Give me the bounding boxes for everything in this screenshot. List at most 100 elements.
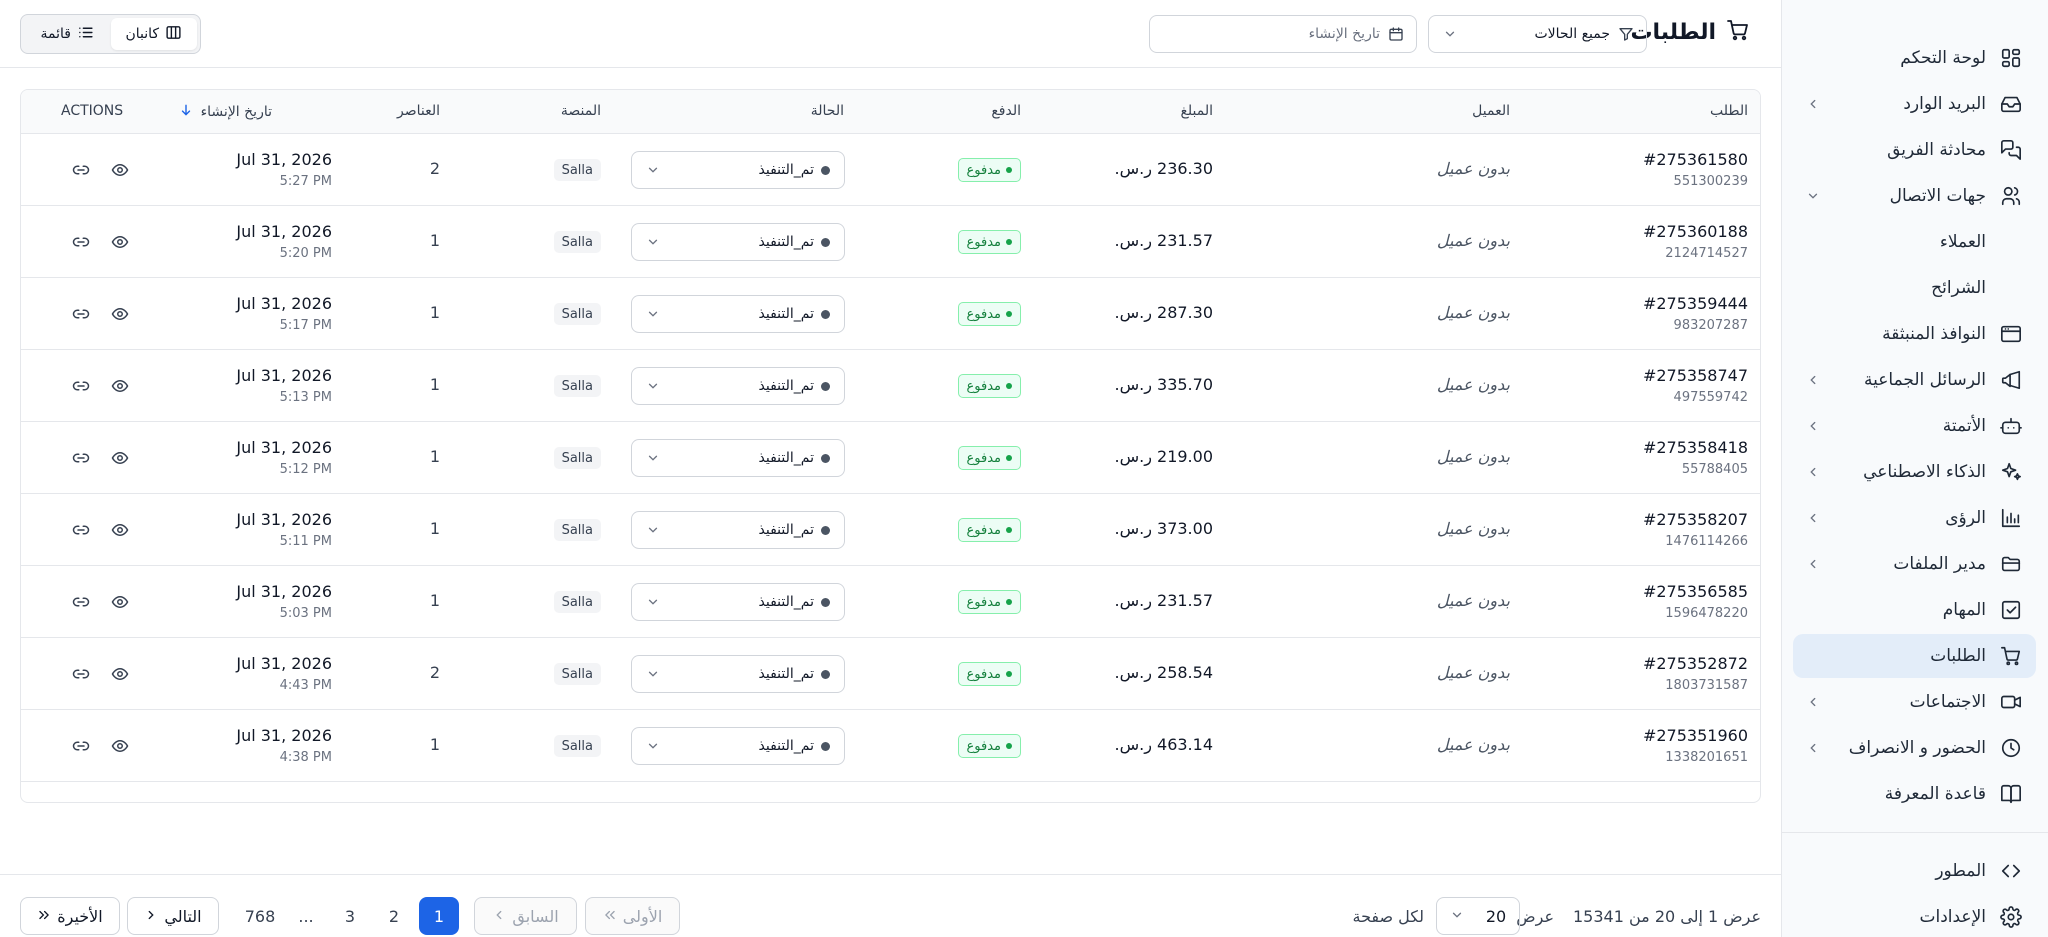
order-id[interactable]: #275356585 (1643, 582, 1748, 601)
status-value: تم_التنفيذ (758, 234, 814, 250)
eye-icon[interactable] (109, 519, 131, 541)
order-amount: 231.57 ر.س. (1114, 231, 1214, 250)
order-id[interactable]: #275359444 (1643, 294, 1748, 313)
paid-dot-icon (1006, 455, 1012, 461)
eye-icon[interactable] (109, 735, 131, 757)
last-page-button[interactable]: الأخيرة (20, 897, 120, 935)
pagination-summary: عرض 1 إلى 20 من 15341 (1572, 907, 1761, 926)
link-icon[interactable] (70, 375, 92, 397)
created-date-filter[interactable]: تاريخ الإنشاء (1149, 15, 1417, 53)
link-icon[interactable] (70, 159, 92, 181)
sidebar-item-11[interactable]: مدير الملفات (1793, 542, 2036, 586)
chevron-down-icon (646, 595, 660, 609)
sidebar-item-label: محادثة الفريق (1887, 140, 1986, 160)
link-icon[interactable] (70, 735, 92, 757)
sidebar-item-5[interactable]: الشرائح (1793, 266, 2036, 310)
list-view-label: قائمة (40, 26, 71, 42)
order-id[interactable]: #275360188 (1643, 222, 1748, 241)
eye-icon[interactable] (109, 591, 131, 613)
link-icon[interactable] (70, 303, 92, 325)
payment-badge: مدفوع (957, 734, 1021, 758)
page-button-768[interactable]: 768 (238, 897, 282, 935)
order-id[interactable]: #275351960 (1643, 726, 1748, 745)
double-chevron-right-icon (37, 907, 51, 926)
status-select[interactable]: تم_التنفيذ (631, 583, 845, 621)
page-button-3[interactable]: 3 (330, 897, 370, 935)
link-icon[interactable] (70, 447, 92, 469)
sidebar-item-label: الشرائح (1931, 278, 1986, 298)
payment-label: مدفوع (966, 666, 1001, 682)
eye-icon[interactable] (109, 663, 131, 685)
calendar-icon (1388, 26, 1404, 42)
sidebar-item-13[interactable]: الطلبات (1793, 634, 2036, 678)
status-dot-icon (821, 381, 830, 391)
order-id[interactable]: #275358207 (1643, 510, 1748, 529)
created-time: 4:38 PM (279, 750, 332, 765)
order-amount: 258.54 ر.س. (1114, 663, 1214, 682)
list-view-button[interactable]: قائمة (24, 18, 111, 50)
sidebar-item-3[interactable]: جهات الاتصال (1793, 174, 2036, 218)
link-icon[interactable] (70, 663, 92, 685)
status-select[interactable]: تم_التنفيذ (631, 655, 845, 693)
status-select[interactable]: تم_التنفيذ (631, 439, 845, 477)
col-created: تاريخ الإنشاء (200, 104, 272, 120)
status-select[interactable]: تم_التنفيذ (631, 223, 845, 261)
eye-icon[interactable] (109, 447, 131, 469)
status-select[interactable]: تم_التنفيذ (631, 295, 845, 333)
next-page-label: التالي (164, 906, 202, 926)
show-label: عرض (1516, 907, 1554, 926)
sidebar-item-10[interactable]: الرؤى (1793, 496, 2036, 540)
sidebar-item-2[interactable]: محادثة الفريق (1793, 128, 2036, 172)
chevron-down-icon (1450, 907, 1464, 926)
page-title: الطلبات (1630, 18, 1750, 46)
order-id[interactable]: #275358747 (1643, 366, 1748, 385)
order-id[interactable]: #275361580 (1643, 150, 1748, 169)
items-count: 1 (429, 303, 440, 322)
sidebar-item-12[interactable]: المهام (1793, 588, 2036, 632)
sidebar-bottom-item-0[interactable]: المطور (1793, 849, 2036, 893)
chevron-left-icon (492, 907, 506, 926)
sidebar-item-0[interactable]: لوحة التحكم (1793, 36, 2036, 80)
eye-icon[interactable] (109, 159, 131, 181)
created-time: 5:13 PM (279, 390, 332, 405)
link-icon[interactable] (70, 591, 92, 613)
status-select[interactable]: تم_التنفيذ (631, 151, 845, 189)
sidebar-item-1[interactable]: البريد الوارد (1793, 82, 2036, 126)
status-select[interactable]: تم_التنفيذ (631, 511, 845, 549)
sidebar-item-4[interactable]: العملاء (1793, 220, 2036, 264)
previous-page-button[interactable]: السابق (474, 897, 577, 935)
sidebar-item-16[interactable]: قاعدة المعرفة (1793, 772, 2036, 816)
eye-icon[interactable] (109, 303, 131, 325)
status-filter-select[interactable]: جميع الحالات (1428, 15, 1647, 53)
first-page-button[interactable]: الأولى (585, 897, 680, 935)
sidebar-item-6[interactable]: النوافذ المنبثقة (1793, 312, 2036, 356)
chevron-down-icon (646, 307, 660, 321)
status-dot-icon (821, 237, 830, 247)
link-icon[interactable] (70, 519, 92, 541)
sidebar-bottom-item-1[interactable]: الإعدادات (1793, 895, 2036, 937)
sidebar-item-7[interactable]: الرسائل الجماعية (1793, 358, 2036, 402)
sidebar-item-14[interactable]: الاجتماعات (1793, 680, 2036, 724)
page-button-2[interactable]: 2 (374, 897, 414, 935)
chevron-down-icon (646, 163, 660, 177)
sidebar-item-15[interactable]: الحضور و الانصراف (1793, 726, 2036, 770)
per-page-select[interactable]: 20 (1436, 897, 1520, 935)
view-toggle: قائمة كانبان (20, 14, 201, 54)
orders-table: الطلب العميل المبلغ الدفع الحالة المنصة … (20, 89, 1761, 803)
status-select[interactable]: تم_التنفيذ (631, 367, 845, 405)
sidebar-item-8[interactable]: الأتمتة (1793, 404, 2036, 448)
link-icon[interactable] (70, 231, 92, 253)
next-page-button[interactable]: التالي (127, 897, 219, 935)
eye-icon[interactable] (109, 231, 131, 253)
order-reference: 551300239 (1673, 174, 1748, 189)
sparkles-icon (2000, 461, 2022, 483)
order-id[interactable]: #275352872 (1643, 654, 1748, 673)
col-created-sort[interactable]: تاريخ الإنشاء (179, 103, 272, 121)
page-button-1[interactable]: 1 (419, 897, 459, 935)
order-id[interactable]: #275358418 (1643, 438, 1748, 457)
sidebar-item-9[interactable]: الذكاء الاصطناعي (1793, 450, 2036, 494)
kanban-view-button[interactable]: كانبان (110, 18, 197, 50)
paid-dot-icon (1006, 383, 1012, 389)
status-select[interactable]: تم_التنفيذ (631, 727, 845, 765)
eye-icon[interactable] (109, 375, 131, 397)
